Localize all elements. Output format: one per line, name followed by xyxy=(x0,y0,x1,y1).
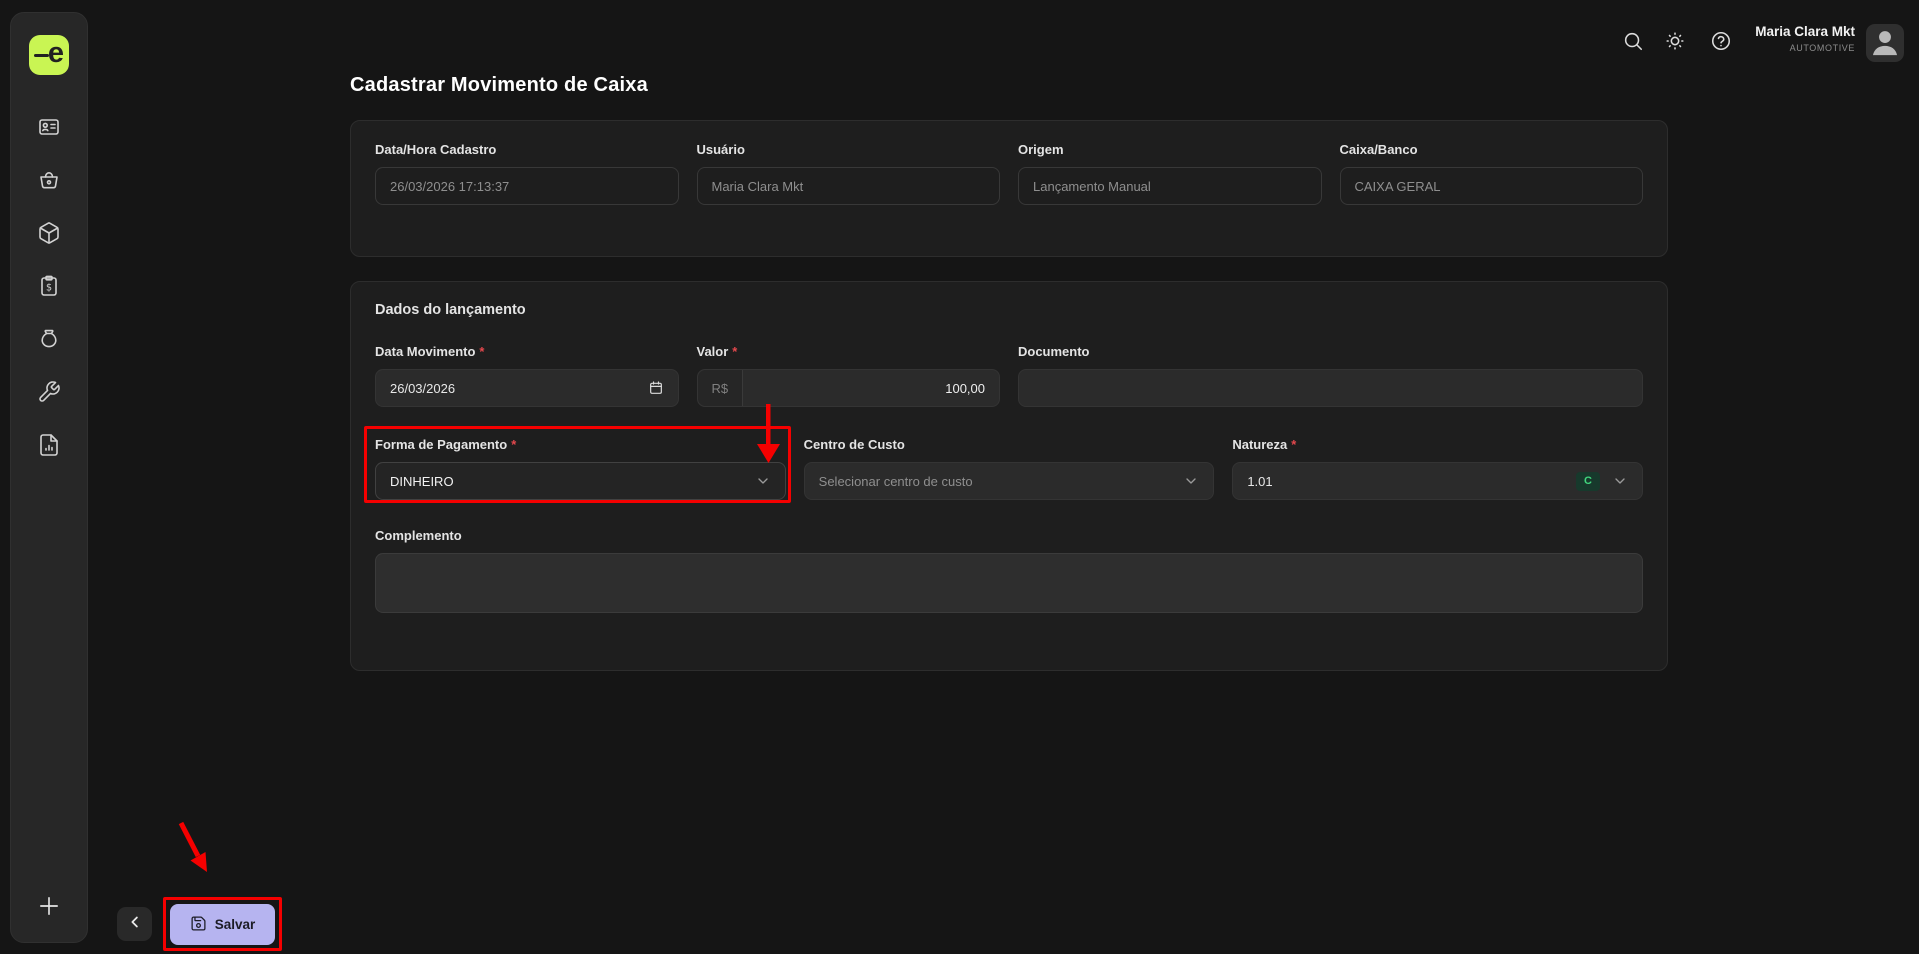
logo-letter: e xyxy=(48,37,64,70)
field-label: Data/Hora Cadastro xyxy=(375,142,679,157)
required-asterisk: * xyxy=(511,437,516,452)
caixa-banco-input[interactable]: CAIXA GERAL xyxy=(1340,167,1644,205)
svg-text:$: $ xyxy=(46,283,52,294)
sidebar-item-billing[interactable]: $ xyxy=(37,274,61,298)
entry-data-card: Dados do lançamento Data Movimento * 26/0… xyxy=(350,281,1668,671)
usuario-input[interactable]: Maria Clara Mkt xyxy=(697,167,1001,205)
field-caixa-banco: Caixa/Banco CAIXA GERAL xyxy=(1340,142,1644,205)
add-new-button[interactable] xyxy=(35,892,63,920)
required-asterisk: * xyxy=(732,344,737,359)
package-icon xyxy=(37,221,61,245)
data-hora-cadastro-input[interactable]: 26/03/2026 17:13:37 xyxy=(375,167,679,205)
field-label: Forma de Pagamento xyxy=(375,437,507,452)
chevron-left-icon xyxy=(126,913,144,936)
natureza-select[interactable]: 1.01 C xyxy=(1232,462,1643,500)
chevron-down-icon xyxy=(755,473,771,489)
field-label: Complemento xyxy=(375,528,1643,543)
sun-icon xyxy=(1664,39,1686,56)
sidebar-nav: $ xyxy=(37,115,61,457)
floppy-disk-icon xyxy=(190,915,207,935)
data-movimento-date-input[interactable]: 26/03/2026 xyxy=(375,369,679,407)
avatar[interactable] xyxy=(1866,24,1904,62)
field-valor: Valor* R$ 100,00 xyxy=(697,344,1001,407)
plus-icon xyxy=(35,907,63,924)
field-label: Centro de Custo xyxy=(804,437,1215,452)
user-menu[interactable]: Maria Clara Mkt AUTOMOTIVE xyxy=(1755,24,1855,53)
theme-toggle-button[interactable] xyxy=(1664,30,1694,60)
required-asterisk: * xyxy=(1291,437,1296,452)
page-title: Cadastrar Movimento de Caixa xyxy=(350,74,648,97)
field-centro-custo: Centro de Custo Selecionar centro de cus… xyxy=(804,437,1215,500)
search-button[interactable] xyxy=(1622,30,1652,60)
person-icon xyxy=(1868,24,1902,62)
currency-prefix: R$ xyxy=(698,370,744,406)
field-label: Origem xyxy=(1018,142,1322,157)
field-complemento: Complemento xyxy=(375,528,1643,618)
report-file-icon xyxy=(37,433,61,457)
field-data-hora-cadastro: Data/Hora Cadastro 26/03/2026 17:13:37 xyxy=(375,142,679,205)
chevron-down-icon xyxy=(1183,473,1199,489)
calendar-icon[interactable] xyxy=(648,380,664,396)
sidebar-item-products[interactable] xyxy=(37,221,61,245)
field-natureza: Natureza * 1.01 C xyxy=(1232,437,1643,500)
origem-input[interactable]: Lançamento Manual xyxy=(1018,167,1322,205)
back-button[interactable] xyxy=(117,907,152,941)
field-label: Usuário xyxy=(697,142,1001,157)
help-button[interactable] xyxy=(1710,30,1740,60)
sidebar-item-settings-tools[interactable] xyxy=(37,380,61,404)
save-button[interactable]: Salvar xyxy=(170,904,275,945)
sidebar-item-id-card[interactable] xyxy=(37,115,61,139)
credit-badge: C xyxy=(1576,472,1600,491)
sidebar: e $ xyxy=(10,12,88,943)
documento-input[interactable] xyxy=(1018,369,1643,407)
field-label: Data Movimento xyxy=(375,344,475,359)
save-button-label: Salvar xyxy=(215,917,256,932)
field-label: Natureza xyxy=(1232,437,1287,452)
field-forma-pagamento: Forma de Pagamento * DINHEIRO xyxy=(375,437,786,500)
id-card-icon xyxy=(37,115,61,139)
user-organization: AUTOMOTIVE xyxy=(1755,43,1855,53)
help-circle-icon xyxy=(1710,39,1732,56)
valor-input[interactable]: R$ 100,00 xyxy=(697,369,1001,407)
field-label: Documento xyxy=(1018,344,1643,359)
field-documento: Documento xyxy=(1018,344,1643,407)
sidebar-item-finance[interactable] xyxy=(37,327,61,351)
money-bag-icon xyxy=(37,327,61,351)
logo-bar xyxy=(34,54,49,57)
field-origem: Origem Lançamento Manual xyxy=(1018,142,1322,205)
sidebar-item-reports[interactable] xyxy=(37,433,61,457)
centro-custo-select[interactable]: Selecionar centro de custo xyxy=(804,462,1215,500)
sidebar-item-sales[interactable] xyxy=(37,168,61,192)
field-label: Valor xyxy=(697,344,729,359)
field-label: Caixa/Banco xyxy=(1340,142,1644,157)
complemento-textarea[interactable] xyxy=(375,553,1643,613)
user-name: Maria Clara Mkt xyxy=(1755,24,1855,39)
invoice-clipboard-icon: $ xyxy=(37,274,61,298)
forma-pagamento-select[interactable]: DINHEIRO xyxy=(375,462,786,500)
entry-card-title: Dados do lançamento xyxy=(375,302,1643,318)
field-data-movimento: Data Movimento * 26/03/2026 xyxy=(375,344,679,407)
app-logo[interactable]: e xyxy=(29,35,69,75)
field-usuario: Usuário Maria Clara Mkt xyxy=(697,142,1001,205)
search-icon xyxy=(1622,39,1644,56)
registration-info-card: Data/Hora Cadastro 26/03/2026 17:13:37 U… xyxy=(350,120,1668,257)
required-asterisk: * xyxy=(479,344,484,359)
chevron-down-icon xyxy=(1612,473,1628,489)
shopping-basket-icon xyxy=(37,168,61,192)
wrench-icon xyxy=(37,380,61,404)
